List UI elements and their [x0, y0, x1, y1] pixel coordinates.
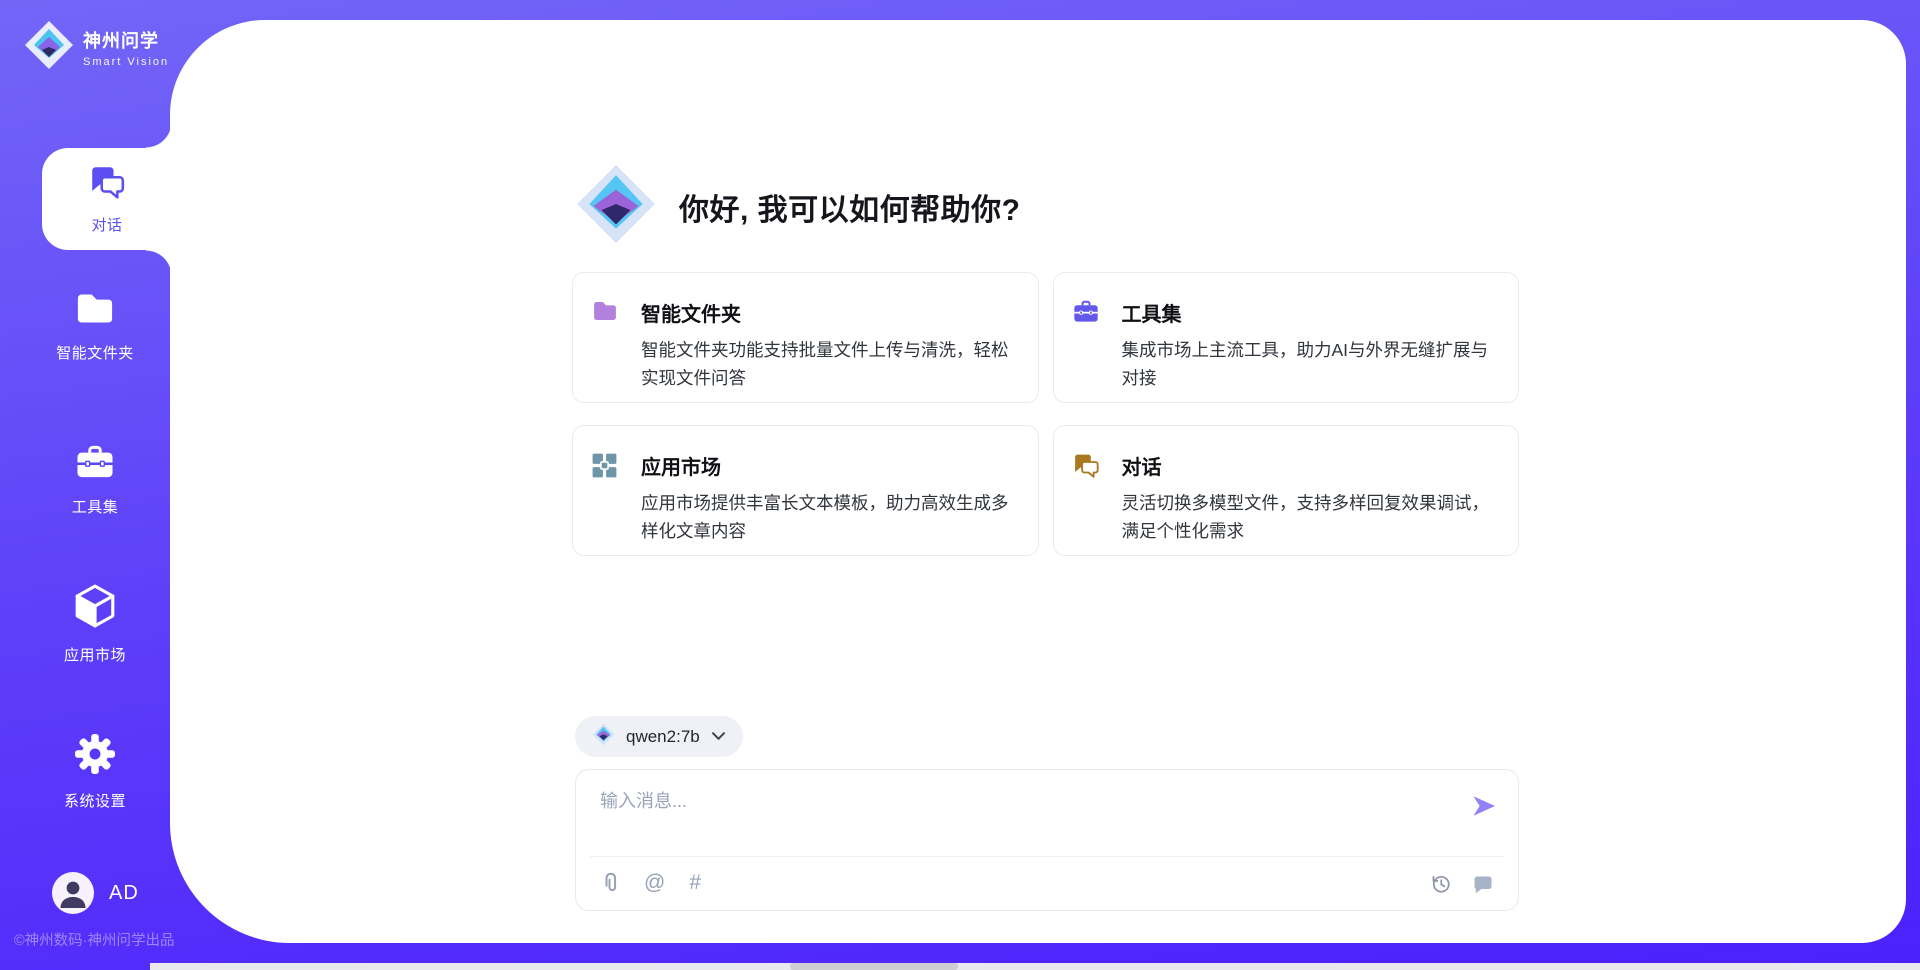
user-person-icon [52, 872, 94, 914]
card-description: 智能文件夹功能支持批量文件上传与清洗，轻松实现文件问答 [641, 336, 1014, 392]
card-description: 灵活切换多模型文件，支持多样回复效果调试，满足个性化需求 [1122, 489, 1495, 545]
model-logo-icon [592, 723, 615, 751]
card-icon-3 [1072, 452, 1100, 555]
at-icon: @ [644, 871, 665, 895]
sidebar-item-label: 智能文件夹 [56, 342, 134, 363]
card-title: 工具集 [1122, 298, 1495, 327]
feature-cards: 智能文件夹 智能文件夹功能支持批量文件上传与清洗，轻松实现文件问答 工具集 集成… [572, 272, 1519, 556]
paperclip-icon [600, 871, 620, 895]
mention-button[interactable]: @ [644, 871, 665, 895]
card-description: 应用市场提供丰富长文本模板，助力高效生成多样化文章内容 [641, 489, 1014, 545]
attach-button[interactable] [600, 871, 620, 895]
greeting-logo-icon [575, 163, 657, 250]
card-icon-2 [591, 452, 619, 555]
send-button[interactable] [1470, 792, 1498, 820]
app-window: 神州问学 Smart Vision 对话 智能文件夹 [0, 0, 1920, 970]
folder-icon [73, 290, 117, 332]
toolbox-icon [74, 443, 116, 486]
card-title: 对话 [1122, 451, 1495, 480]
sidebar-item-label: 工具集 [72, 496, 119, 517]
sidebar: 神州问学 Smart Vision 对话 智能文件夹 [0, 0, 170, 970]
cube-icon [74, 583, 116, 634]
brand-name: 神州问学 [83, 27, 169, 53]
chevron-down-icon [711, 728, 726, 746]
chat-bubbles-icon [88, 164, 126, 205]
sidebar-item-settings[interactable]: 系统设置 [30, 733, 160, 811]
user-account[interactable]: AD [52, 872, 139, 914]
card-smart-folder[interactable]: 智能文件夹 智能文件夹功能支持批量文件上传与清洗，轻松实现文件问答 [572, 272, 1039, 403]
card-app-market[interactable]: 应用市场 应用市场提供丰富长文本模板，助力高效生成多样化文章内容 [572, 425, 1039, 556]
sidebar-item-label: 对话 [91, 214, 122, 235]
model-selector[interactable]: qwen2:7b [575, 716, 743, 757]
quick-phrase-button[interactable] [1472, 874, 1494, 894]
card-icon-1 [1072, 299, 1100, 402]
sidebar-item-toolset[interactable]: 工具集 [30, 443, 160, 517]
composer-divider [590, 856, 1504, 857]
bottom-scrollbar-track[interactable] [150, 963, 1920, 970]
bottom-scrollbar-thumb[interactable] [790, 963, 958, 970]
send-icon [1470, 792, 1498, 820]
gear-icon [74, 733, 116, 780]
card-title: 应用市场 [641, 451, 1014, 480]
avatar [52, 872, 94, 914]
chat-bubble-icon [1472, 874, 1494, 894]
hashtag-button[interactable]: # [689, 871, 701, 895]
sidebar-footer-credit: ©神州数码·神州问学出品 [14, 929, 175, 950]
history-icon [1430, 873, 1452, 895]
sidebar-item-label: 应用市场 [64, 644, 126, 665]
greeting: 你好, 我可以如何帮助你? [575, 163, 1021, 250]
brand-logo-icon [24, 20, 74, 75]
composer: @ # [575, 769, 1519, 911]
sidebar-item-label: 系统设置 [64, 790, 126, 811]
sidebar-item-chat[interactable]: 对话 [42, 148, 172, 250]
message-input[interactable] [600, 786, 1440, 816]
card-icon-0 [591, 299, 619, 402]
card-title: 智能文件夹 [641, 298, 1014, 327]
card-chat[interactable]: 对话 灵活切换多模型文件，支持多样回复效果调试，满足个性化需求 [1053, 425, 1520, 556]
greeting-title: 你好, 我可以如何帮助你? [679, 185, 1021, 229]
model-name: qwen2:7b [626, 727, 700, 747]
card-description: 集成市场上主流工具，助力AI与外界无缝扩展与对接 [1122, 336, 1495, 392]
sidebar-item-smart-folder[interactable]: 智能文件夹 [30, 290, 160, 363]
user-name: AD [109, 882, 139, 905]
history-button[interactable] [1430, 873, 1452, 895]
hash-icon: # [689, 871, 701, 895]
brand: 神州问学 Smart Vision [24, 20, 169, 75]
sidebar-item-app-market[interactable]: 应用市场 [30, 583, 160, 665]
brand-subtitle: Smart Vision [83, 56, 169, 68]
card-toolset[interactable]: 工具集 集成市场上主流工具，助力AI与外界无缝扩展与对接 [1053, 272, 1520, 403]
